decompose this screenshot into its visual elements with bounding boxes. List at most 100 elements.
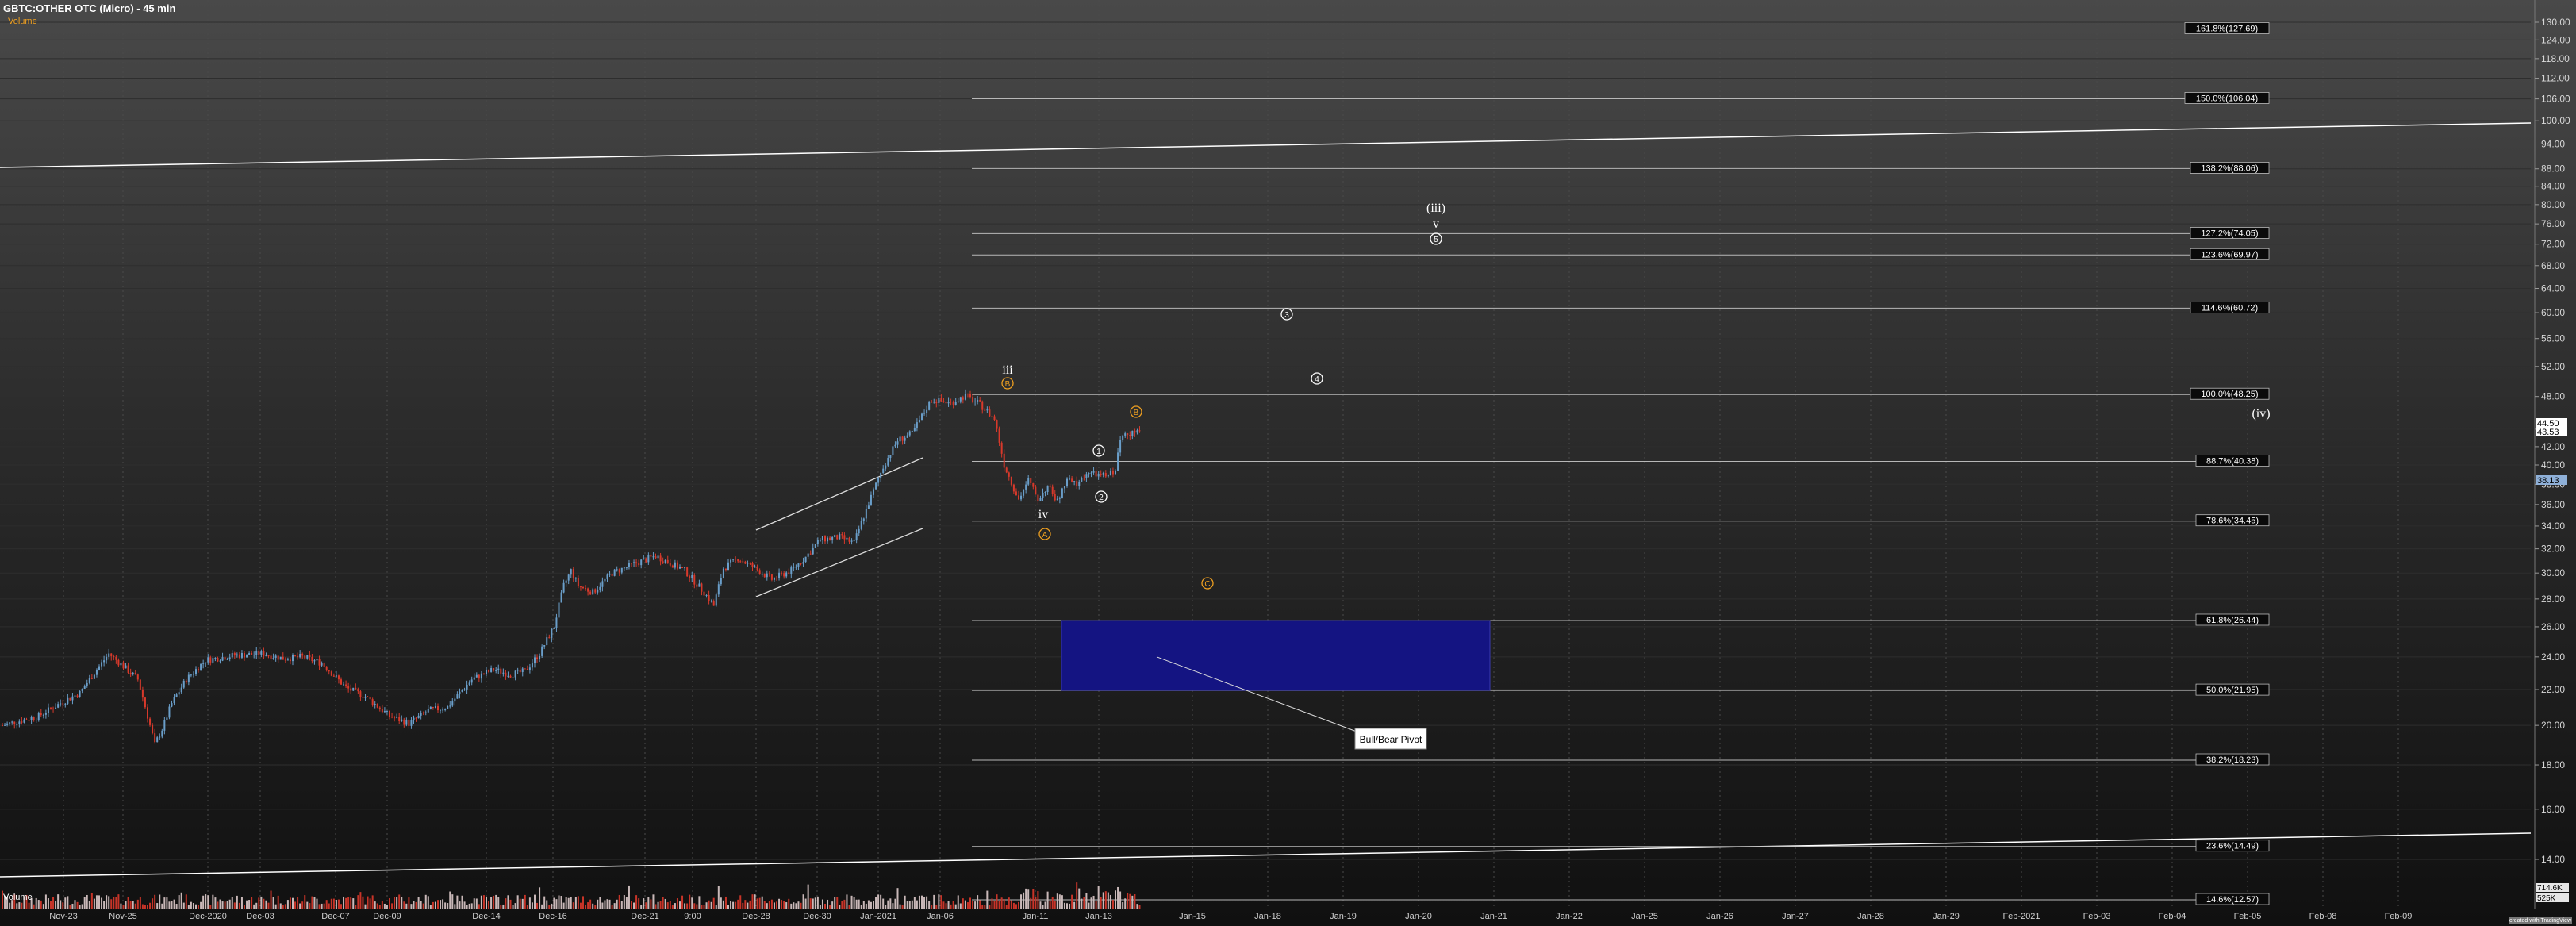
price-axis-label: 72.00 xyxy=(2541,239,2565,250)
volume-bar xyxy=(730,901,732,909)
tradingview-badge[interactable]: created with TradingView xyxy=(2509,917,2572,924)
volume-bar xyxy=(417,897,420,909)
price-candle-body xyxy=(16,724,18,725)
volume-bar xyxy=(473,898,475,909)
price-candle-body xyxy=(217,657,219,662)
price-candle-body xyxy=(906,435,908,438)
time-axis-label: Jan-27 xyxy=(1782,912,1809,921)
volume-bar xyxy=(152,898,154,909)
volume-bar xyxy=(422,903,424,909)
price-candle-body xyxy=(1015,491,1017,496)
price-axis-label: 26.00 xyxy=(2541,621,2565,632)
volume-bar xyxy=(906,901,908,909)
price-candle-body xyxy=(270,655,272,659)
fib-level-label: 138.2%(88.06) xyxy=(2201,163,2258,173)
volume-bar xyxy=(766,903,768,909)
price-candle-body xyxy=(180,687,182,693)
price-candle-body xyxy=(364,696,367,698)
volume-bar xyxy=(604,900,606,909)
price-candle-body xyxy=(449,705,451,707)
price-candle-body xyxy=(408,720,410,726)
price-candle-body xyxy=(964,393,966,400)
volume-bar xyxy=(819,905,821,909)
volume-bar xyxy=(655,904,657,909)
price-candle-body xyxy=(74,695,76,697)
price-candle-body xyxy=(766,573,768,578)
volume-bar xyxy=(524,894,526,909)
volume-bar xyxy=(1076,882,1078,909)
volume-bar xyxy=(1005,905,1008,909)
volume-bar xyxy=(521,898,524,909)
price-candle-body xyxy=(340,679,342,685)
price-candle-body xyxy=(686,567,689,577)
price-candle-body xyxy=(497,668,500,670)
price-candle-body xyxy=(592,589,594,595)
volume-bar xyxy=(83,897,86,909)
volume-bar xyxy=(848,905,850,909)
volume-bar xyxy=(209,905,212,909)
price-candle-body xyxy=(541,646,543,656)
price-candle-body xyxy=(921,413,923,420)
volume-bar xyxy=(33,904,35,909)
volume-bar xyxy=(562,902,565,909)
volume-bar xyxy=(666,902,669,909)
wave-label: 5 xyxy=(1434,236,1438,244)
volume-bar xyxy=(81,904,83,909)
price-candle-body xyxy=(819,540,821,541)
volume-bar xyxy=(345,897,347,909)
price-candle-body xyxy=(551,628,553,638)
price-candle-body xyxy=(904,437,906,441)
price-candle-body xyxy=(246,655,248,658)
price-candle-body xyxy=(945,402,947,404)
price-candle-body xyxy=(154,733,156,743)
price-candle-body xyxy=(440,709,442,711)
price-candle-body xyxy=(1127,433,1129,436)
price-candle-body xyxy=(519,669,521,672)
price-candle-body xyxy=(198,669,200,671)
volume-label: Volume xyxy=(3,893,33,902)
volume-bar xyxy=(1083,897,1085,909)
price-candle-body xyxy=(952,402,954,405)
volume-bar xyxy=(778,898,781,909)
price-candle-body xyxy=(378,707,381,709)
volume-bar xyxy=(972,901,974,909)
volume-bar xyxy=(892,903,894,909)
wave-label: 3 xyxy=(1284,311,1289,320)
volume-bar xyxy=(860,905,862,909)
volume-bar xyxy=(582,896,584,909)
volume-bar xyxy=(1018,901,1019,909)
volume-bar xyxy=(945,903,947,909)
price-candle-body xyxy=(166,717,168,720)
time-axis-label: Nov-25 xyxy=(109,912,136,921)
price-candle-body xyxy=(335,675,337,677)
volume-bar xyxy=(747,902,749,909)
price-candle-body xyxy=(282,656,284,660)
price-candle-body xyxy=(562,582,565,593)
volume-bar xyxy=(889,898,892,909)
wave-label: v xyxy=(1433,217,1439,231)
price-chart[interactable]: Nov-23 Nov-25 Dec-2020 Dec-03 Dec-07 Dec-09 De… xyxy=(0,0,2576,926)
price-candle-body xyxy=(1025,484,1027,490)
volume-bar xyxy=(572,902,574,909)
price-candle-body xyxy=(674,562,676,568)
volume-bar xyxy=(732,901,735,909)
volume-bar xyxy=(350,897,352,909)
time-axis-label: Jan-06 xyxy=(927,912,954,921)
price-candle-body xyxy=(911,430,913,432)
price-candle-body xyxy=(159,736,161,738)
price-candle-body xyxy=(1078,481,1081,486)
volume-bar xyxy=(536,902,539,909)
price-candle-body xyxy=(701,583,703,592)
volume-bar xyxy=(149,902,152,909)
time-axis-label: Feb-08 xyxy=(2309,912,2337,921)
volume-bar xyxy=(125,901,127,909)
volume-bar xyxy=(265,900,267,909)
volume-bar xyxy=(190,901,192,909)
price-candle-body xyxy=(824,536,826,542)
volume-bar xyxy=(502,904,505,909)
volume-bar xyxy=(159,894,161,909)
price-candle-body xyxy=(514,670,516,678)
volume-bar xyxy=(959,903,962,909)
volume-bar xyxy=(1097,886,1100,909)
price-candle-body xyxy=(357,689,359,692)
